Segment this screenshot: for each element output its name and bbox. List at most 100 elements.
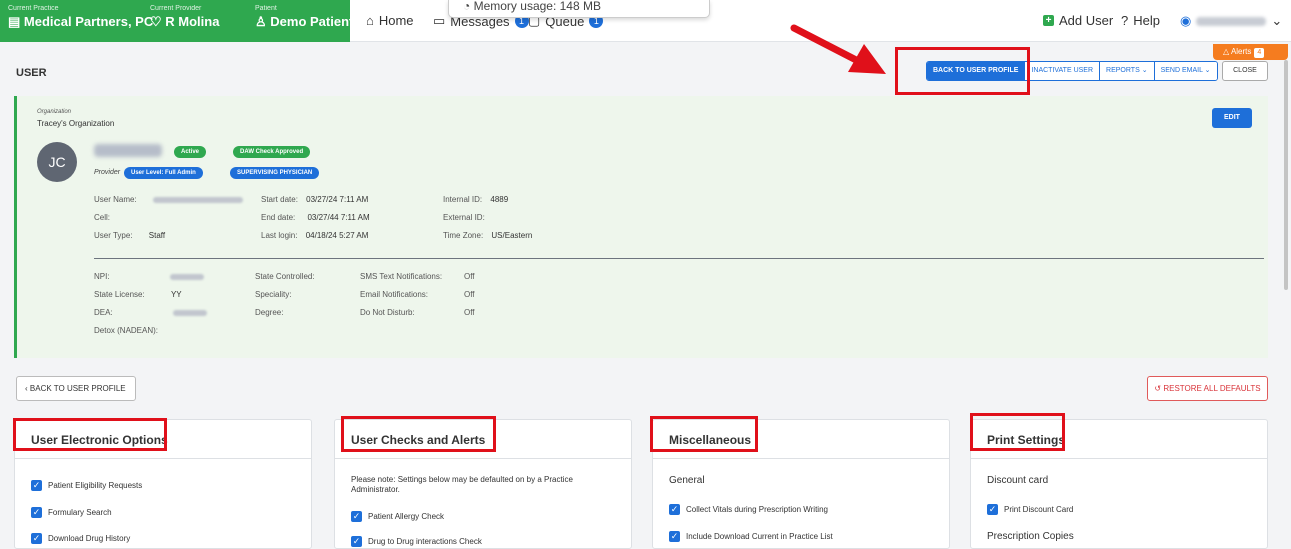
state-controlled-field: State Controlled: — [255, 272, 315, 281]
organization-value: Tracey's Organization — [37, 119, 115, 128]
help-icon: ? — [1121, 13, 1129, 28]
option-print-discount-card[interactable]: ✓ Print Discount Card — [987, 504, 1073, 515]
avatar: JC — [37, 142, 77, 182]
user-electronic-options-panel: User Electronic Options ✓ Patient Eligibi… — [14, 419, 312, 549]
time-zone-field: Time Zone: US/Eastern — [443, 231, 533, 240]
state-license-field: State License: YY — [94, 290, 182, 299]
option-include-download-current[interactable]: ✓ Include Download Current in Practice Li… — [669, 531, 833, 542]
print-settings-panel: Print Settings Discount card ✓ Print Disc… — [970, 419, 1268, 549]
add-user-button[interactable]: + Add User — [1043, 13, 1113, 28]
memory-usage-tooltip: ◔ Memory usage: 148 MB — [448, 0, 710, 18]
person-icon: ♙ — [255, 14, 271, 29]
practice-name: Medical Partners, PC — [23, 14, 154, 29]
external-id-field: External ID: — [443, 213, 485, 222]
red-arrow-icon — [790, 24, 886, 74]
internal-id-field: Internal ID: 4889 — [443, 195, 509, 204]
building-icon: ▤ — [8, 14, 24, 29]
user-full-name-redacted — [94, 144, 162, 157]
user-menu[interactable]: ◉ ⌄ — [1180, 13, 1282, 29]
checkbox-checked-icon: ✓ — [987, 504, 998, 515]
do-not-disturb-value: Off — [464, 308, 475, 317]
inactivate-user-button[interactable]: INACTIVATE USER — [1024, 62, 1100, 80]
do-not-disturb-field: Do Not Disturb: — [360, 308, 415, 317]
option-formulary-search[interactable]: ✓ Formulary Search — [31, 507, 112, 518]
profile-divider — [94, 258, 1264, 259]
chat-icon: ▭ — [433, 13, 446, 28]
speciality-field: Speciality: — [255, 290, 292, 299]
panel-title: User Checks and Alerts — [335, 420, 631, 459]
user-type-field: User Type: Staff — [94, 231, 166, 240]
scrollbar[interactable] — [1284, 60, 1288, 290]
alerts-count: 4 — [1254, 48, 1265, 58]
sms-notifications-value: Off — [464, 272, 475, 281]
close-button[interactable]: CLOSE — [1222, 61, 1268, 81]
current-provider[interactable]: Current Provider ♡ R Molina — [150, 5, 219, 30]
end-date-field: End date: 03/27/44 7:11 AM — [261, 213, 370, 222]
reports-dropdown[interactable]: REPORTS ⌄ — [1099, 62, 1154, 80]
checkbox-checked-icon: ✓ — [669, 504, 680, 515]
supervising-badge: SUPERVISING PHYSICIAN — [230, 167, 320, 179]
section-general: General — [669, 475, 705, 486]
plus-icon: + — [1043, 15, 1054, 26]
checkbox-checked-icon: ✓ — [351, 511, 362, 522]
nav-home[interactable]: ⌂ Home — [366, 13, 414, 28]
restore-all-defaults-button[interactable]: ↺ RESTORE ALL DEFAULTS — [1147, 376, 1268, 401]
chevron-down-icon: ⌄ — [1204, 67, 1211, 74]
start-date-field: Start date: 03/27/24 7:11 AM — [261, 195, 369, 204]
edit-button[interactable]: EDIT — [1212, 108, 1252, 128]
email-notifications-field: Email Notifications: — [360, 290, 429, 299]
section-prescription-copies: Prescription Copies — [987, 531, 1074, 542]
send-email-dropdown[interactable]: SEND EMAIL ⌄ — [1153, 62, 1217, 80]
user-name-redacted — [1196, 16, 1267, 26]
bell-icon: △ — [1223, 47, 1231, 56]
help-button[interactable]: ? Help — [1121, 13, 1160, 28]
context-bar: Current Practice ▤ Medical Partners, PC … — [0, 0, 353, 42]
npi-field: NPI: — [94, 272, 204, 281]
organization-label: Organization — [37, 109, 72, 115]
gauge-icon: ◔ — [463, 0, 474, 13]
degree-field: Degree: — [255, 308, 284, 317]
panel-title: Print Settings — [971, 420, 1267, 459]
back-to-user-profile-button[interactable]: BACK TO USER PROFILE — [927, 62, 1025, 80]
alerts-tab[interactable]: △ Alerts 4 — [1213, 44, 1288, 60]
checkbox-checked-icon: ✓ — [31, 507, 42, 518]
email-notifications-value: Off — [464, 290, 475, 299]
back-to-user-profile-link[interactable]: ‹ BACK TO USER PROFILE — [16, 376, 136, 401]
option-patient-eligibility[interactable]: ✓ Patient Eligibility Requests — [31, 480, 142, 491]
provider-name: R Molina — [165, 14, 220, 29]
role-label: Provider — [94, 169, 121, 176]
chevron-down-icon: ⌄ — [1141, 67, 1148, 74]
user-name-redacted — [152, 196, 243, 203]
user-profile-card: Organization Tracey's Organization EDIT … — [14, 96, 1268, 358]
home-icon: ⌂ — [366, 13, 374, 28]
stethoscope-icon: ♡ — [150, 14, 166, 29]
current-patient[interactable]: Patient ♙ Demo Patient — [255, 5, 353, 30]
option-patient-allergy-check[interactable]: ✓ Patient Allergy Check — [351, 511, 444, 522]
current-practice[interactable]: Current Practice ▤ Medical Partners, PC — [8, 5, 153, 30]
settings-note: Please note: Settings below may be defau… — [351, 475, 573, 494]
detox-field: Detox (NADEAN): — [94, 326, 159, 335]
page-title: USER — [16, 67, 47, 79]
option-collect-vitals[interactable]: ✓ Collect Vitals during Prescription Writ… — [669, 504, 828, 515]
dea-redacted — [172, 309, 207, 316]
user-circle-icon: ◉ — [1180, 13, 1192, 28]
checkbox-checked-icon: ✓ — [31, 480, 42, 491]
miscellaneous-panel: Miscellaneous General ✓ Collect Vitals du… — [652, 419, 950, 549]
checkbox-checked-icon: ✓ — [669, 531, 680, 542]
option-download-drug-history[interactable]: ✓ Download Drug History — [31, 533, 130, 544]
user-level-badge: User Level: Full Admin — [124, 167, 203, 179]
chevron-down-icon: ⌄ — [1271, 13, 1283, 28]
section-discount-card: Discount card — [987, 475, 1049, 486]
user-name-field: User Name: — [94, 195, 243, 204]
panel-title: User Electronic Options — [15, 420, 311, 459]
status-badge-daw: DAW Check Approved — [233, 146, 311, 158]
panel-title: Miscellaneous — [653, 420, 949, 459]
patient-name: Demo Patient — [270, 14, 354, 29]
user-checks-alerts-panel: User Checks and Alerts Please note: Sett… — [334, 419, 632, 549]
sms-notifications-field: SMS Text Notifications: — [360, 272, 443, 281]
checkbox-checked-icon: ✓ — [31, 533, 42, 544]
status-badge-active: Active — [174, 146, 207, 158]
last-login-field: Last login: 04/18/24 5:27 AM — [261, 231, 369, 240]
dea-field: DEA: — [94, 308, 207, 317]
cell-field: Cell: — [94, 213, 111, 222]
